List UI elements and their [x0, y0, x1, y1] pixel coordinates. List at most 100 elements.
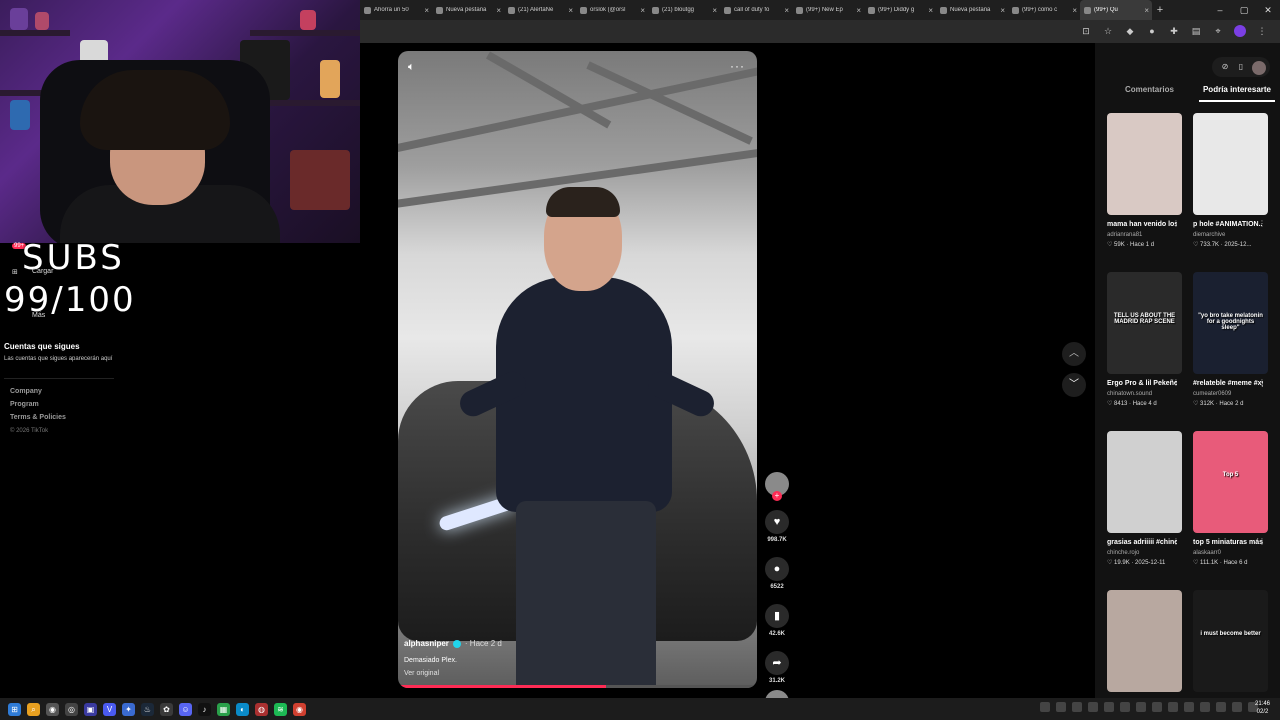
- card-author[interactable]: alaskaarr0: [1193, 550, 1268, 556]
- close-tab-icon[interactable]: ×: [496, 6, 501, 15]
- video-thumbnail[interactable]: "yo bro take melatonin for a goodnights …: [1193, 272, 1268, 374]
- profile-avatar[interactable]: [1234, 25, 1246, 37]
- menu-icon[interactable]: ⋮: [1256, 25, 1268, 37]
- bookmark-icon[interactable]: ▮: [765, 604, 789, 628]
- volume-icon[interactable]: 🔈︎: [408, 61, 415, 74]
- card-more-icon[interactable]: ⋮: [1258, 537, 1266, 546]
- video-thumbnail[interactable]: [1193, 113, 1268, 215]
- tray-icon[interactable]: [1104, 702, 1114, 712]
- tray-icon[interactable]: [1088, 702, 1098, 712]
- close-tab-icon[interactable]: ×: [1000, 6, 1005, 15]
- card-title[interactable]: mama han venido los monstruos...: [1107, 219, 1177, 230]
- steam-icon[interactable]: ♨: [141, 702, 154, 716]
- close-tab-icon[interactable]: ×: [568, 6, 573, 15]
- app-icon[interactable]: ✿: [160, 702, 173, 716]
- app-icon[interactable]: ◎: [65, 702, 78, 716]
- card-more-icon[interactable]: ⋮: [1172, 537, 1180, 546]
- tray-icon[interactable]: [1184, 702, 1194, 712]
- upload-label[interactable]: Cargar: [32, 268, 53, 275]
- user-avatar[interactable]: [1252, 61, 1266, 75]
- wifi-icon[interactable]: [1216, 702, 1226, 712]
- card-more-icon[interactable]: ⋮: [1172, 219, 1180, 228]
- tab-suggested[interactable]: Podría interesarte: [1198, 85, 1275, 102]
- browser-tab[interactable]: (99+) Diddy g ×: [864, 0, 936, 20]
- upload-icon[interactable]: ⊞: [12, 268, 18, 276]
- video-thumbnail[interactable]: i must become better: [1193, 590, 1268, 692]
- card-author[interactable]: cumeater0609: [1193, 391, 1268, 397]
- video-thumbnail[interactable]: [1107, 113, 1182, 215]
- close-tab-icon[interactable]: ×: [1144, 6, 1149, 15]
- suggested-video-card[interactable]: grasias adriiiii #chincherojo...⋮ chinche…: [1107, 431, 1182, 590]
- card-author[interactable]: chinatown.sound: [1107, 391, 1182, 397]
- puzzle-icon[interactable]: ✚: [1168, 25, 1180, 37]
- maximize-button[interactable]: ▢: [1232, 0, 1256, 20]
- install-icon[interactable]: ⊡: [1080, 25, 1092, 37]
- volume-icon[interactable]: [1232, 702, 1242, 712]
- tiktok-icon[interactable]: ♪: [198, 702, 211, 716]
- tray-icon[interactable]: [1040, 702, 1050, 712]
- extension-icon[interactable]: ●: [1146, 25, 1158, 37]
- tray-icon[interactable]: [1120, 702, 1130, 712]
- discord-icon[interactable]: ☺: [179, 702, 192, 716]
- more-label[interactable]: Más: [32, 312, 45, 319]
- compass-icon[interactable]: ⊘: [1218, 61, 1232, 73]
- comment-icon[interactable]: ●: [765, 557, 789, 581]
- pin-icon[interactable]: ⌖: [1212, 25, 1224, 37]
- tray-icon[interactable]: [1152, 702, 1162, 712]
- footer-link-program[interactable]: Program: [10, 401, 39, 408]
- close-tab-icon[interactable]: ×: [424, 6, 429, 15]
- extension-icon[interactable]: ◆: [1124, 25, 1136, 37]
- close-tab-icon[interactable]: ×: [856, 6, 861, 15]
- chrome-icon[interactable]: ◉: [293, 702, 306, 716]
- close-tab-icon[interactable]: ×: [784, 6, 789, 15]
- app-icon[interactable]: ◐: [236, 702, 249, 716]
- tray-icon[interactable]: [1200, 702, 1210, 712]
- card-more-icon[interactable]: ⋮: [1258, 219, 1266, 228]
- browser-tab[interactable]: Nueva pestaña ×: [432, 0, 504, 20]
- suggested-video-card[interactable]: p hole #ANIMATION... ⋮ diemarchive ♡ 733.7K…: [1193, 113, 1268, 272]
- card-title[interactable]: p hole #ANIMATION...: [1193, 219, 1263, 230]
- footer-link-company[interactable]: Company: [10, 388, 42, 395]
- share-icon[interactable]: ➦: [765, 651, 789, 675]
- video-thumbnail[interactable]: Top 5: [1193, 431, 1268, 533]
- card-title[interactable]: #relateble #meme #xycba #dreams...: [1193, 378, 1263, 389]
- suggested-video-card[interactable]: "yo bro take melatonin for a goodnights …: [1193, 272, 1268, 431]
- browser-tab[interactable]: (99+) Qu ×: [1080, 0, 1152, 20]
- close-tab-icon[interactable]: ×: [640, 6, 645, 15]
- tab-comments[interactable]: Comentarios: [1105, 85, 1194, 102]
- tray-icon[interactable]: [1056, 702, 1066, 712]
- app-icon[interactable]: ▣: [84, 702, 97, 716]
- app-icon[interactable]: ▦: [217, 702, 230, 716]
- suggested-video-card[interactable]: TELL US ABOUT THE MADRID RAP SCENE Ergo P…: [1107, 272, 1182, 431]
- follow-plus-icon[interactable]: +: [772, 491, 782, 501]
- card-more-icon[interactable]: ⋮: [1258, 378, 1266, 387]
- card-more-icon[interactable]: ⋮: [1172, 378, 1180, 387]
- app-icon[interactable]: ◉: [46, 702, 59, 716]
- browser-tab[interactable]: (21) bloutgg ×: [648, 0, 720, 20]
- tray-icon[interactable]: [1168, 702, 1178, 712]
- bookmark-star-icon[interactable]: ☆: [1102, 25, 1114, 37]
- next-video-button[interactable]: ﹀: [1062, 373, 1086, 397]
- card-title[interactable]: top 5 miniaturas más legendarias...: [1193, 537, 1263, 548]
- video-thumbnail[interactable]: TELL US ABOUT THE MADRID RAP SCENE: [1107, 272, 1182, 374]
- tray-icon[interactable]: [1136, 702, 1146, 712]
- like-icon[interactable]: ♥: [765, 510, 789, 534]
- card-author[interactable]: chinche.rojo: [1107, 550, 1182, 556]
- creator-avatar[interactable]: +: [765, 472, 789, 501]
- close-window-button[interactable]: ✕: [1256, 0, 1280, 20]
- card-title[interactable]: Ergo Pro & lil Pekeño talk abou...: [1107, 378, 1177, 389]
- video-thumbnail[interactable]: [1107, 431, 1182, 533]
- video-author[interactable]: alphasniper · Hace 2 d: [404, 639, 502, 648]
- tray-icon[interactable]: [1072, 702, 1082, 712]
- taskbar-clock[interactable]: 21:46 02/2: [1255, 700, 1270, 716]
- app-icon[interactable]: ✦: [122, 702, 135, 716]
- video-thumbnail[interactable]: [1107, 590, 1182, 692]
- browser-tab[interactable]: Nueva pestaña ×: [936, 0, 1008, 20]
- windows-start-icon[interactable]: ⊞: [8, 702, 21, 716]
- app-icon[interactable]: ◍: [255, 702, 268, 716]
- phone-icon[interactable]: ▯: [1234, 61, 1248, 73]
- minimize-button[interactable]: –: [1208, 0, 1232, 20]
- card-author[interactable]: diemarchive: [1193, 232, 1268, 238]
- app-icon[interactable]: V: [103, 702, 116, 716]
- close-tab-icon[interactable]: ×: [1072, 6, 1077, 15]
